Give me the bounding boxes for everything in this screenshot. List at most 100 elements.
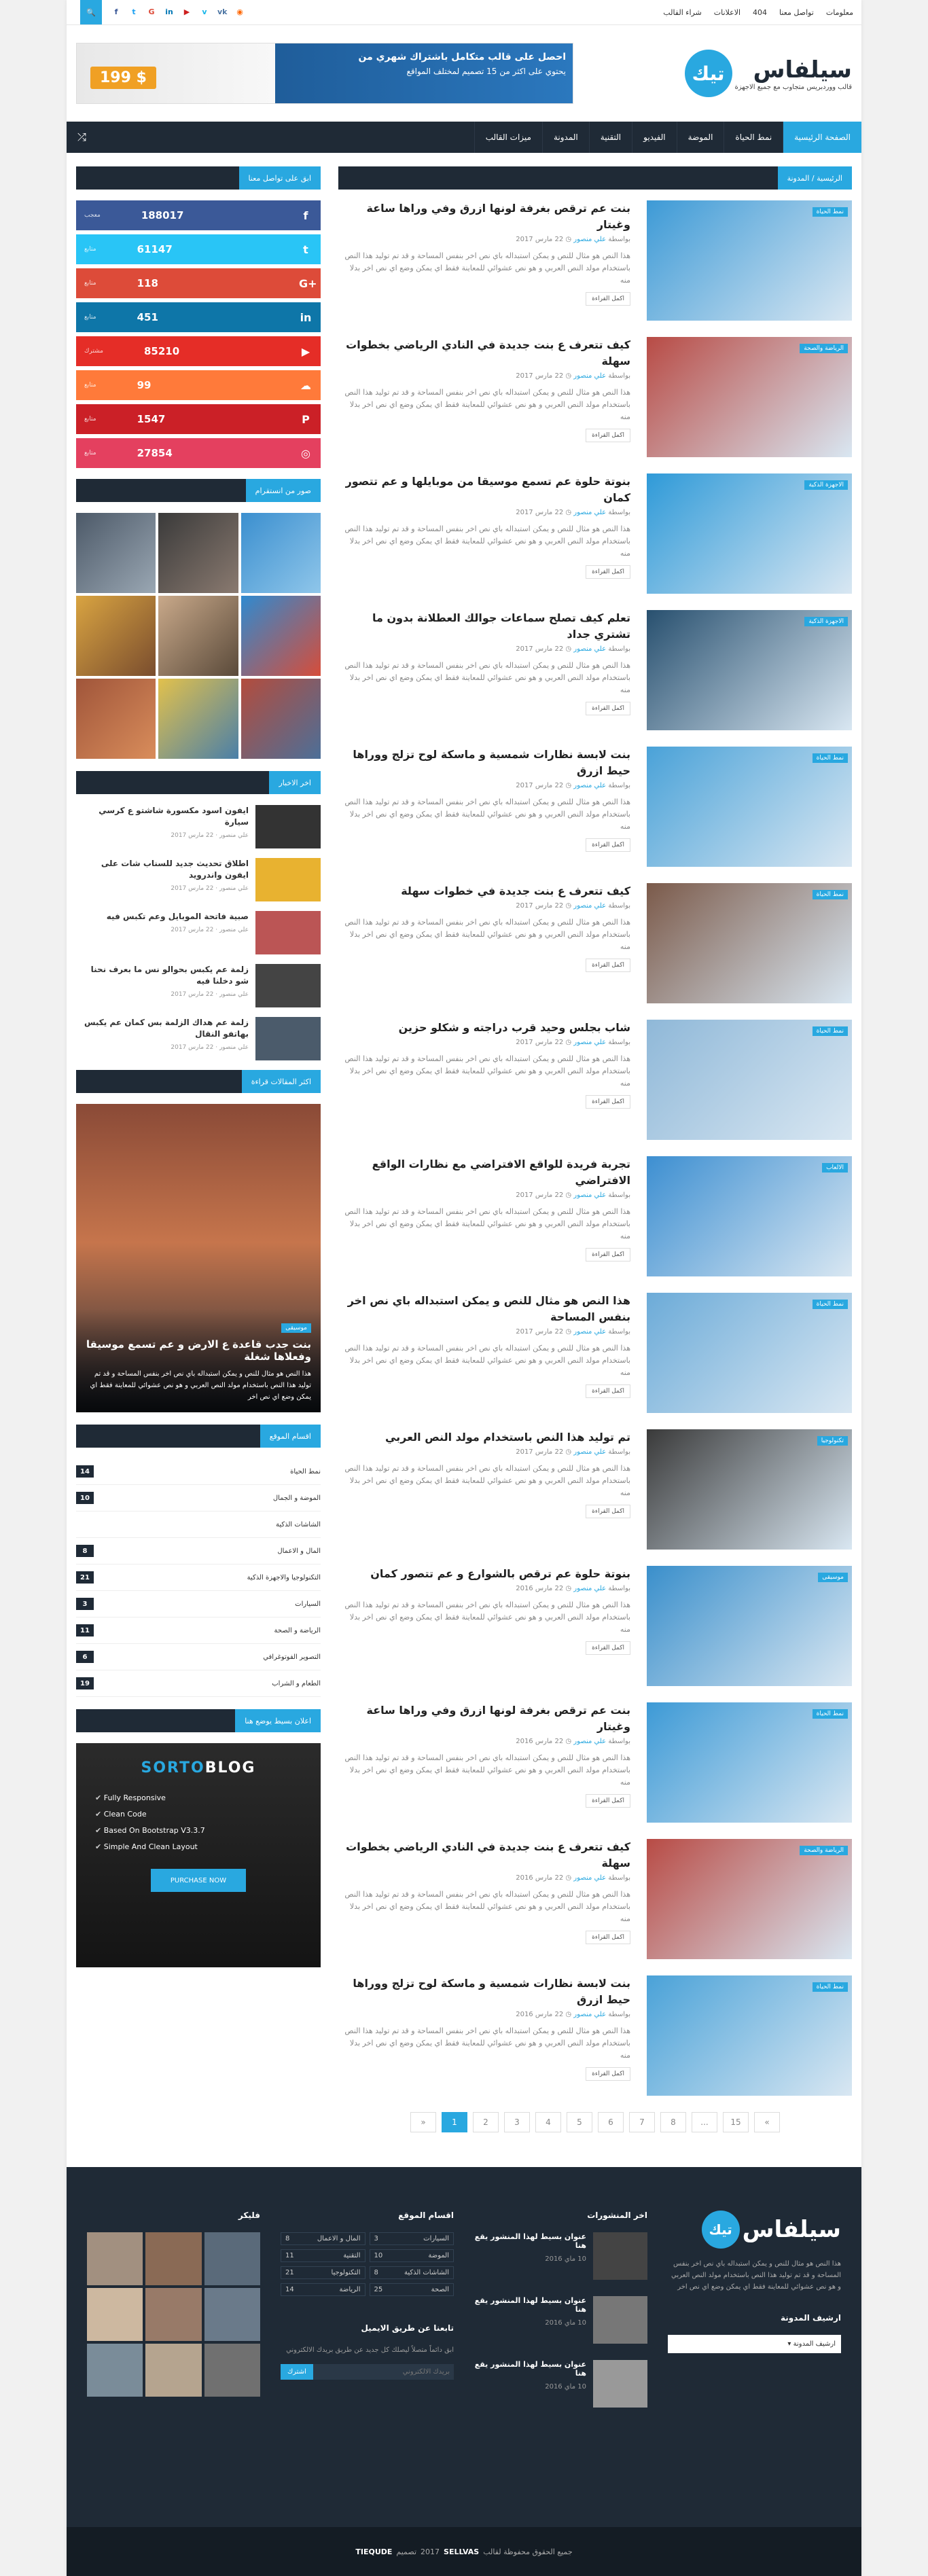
category-item[interactable]: الشاشات الذكية — [76, 1511, 321, 1538]
post-image[interactable]: نمط الحياة — [647, 1020, 852, 1140]
recent-item[interactable]: زلمة عم هداك الزلمة بس كمان عم يكبس بهات… — [76, 1017, 321, 1060]
category-item[interactable]: التكنولوجيا والاجهزة الذكية 21 — [76, 1564, 321, 1591]
post-category[interactable]: نمط الحياة — [812, 753, 848, 763]
nav-item[interactable]: الصفحة الرئيسية — [783, 122, 861, 153]
post-title[interactable]: بنوتة حلوة عم تسمع موسيقا من موبايلها و … — [338, 473, 630, 506]
post-author[interactable]: علي منصور — [573, 2011, 606, 2018]
post-author[interactable]: علي منصور — [573, 1192, 606, 1199]
category-item[interactable]: الطعام و الشراب 19 — [76, 1670, 321, 1697]
footer-post[interactable]: عنوان بسيط لهذا المنشور يقع هنا 10 ماي 20… — [474, 2296, 647, 2344]
read-more-button[interactable]: اكمل القراءة — [586, 1794, 630, 1808]
gallery-photo[interactable] — [145, 2344, 202, 2397]
post-title[interactable]: بنوتة حلوة عم ترقص بالشوارع و عم تتصور ك… — [338, 1566, 630, 1582]
newsletter-button[interactable]: اشترك — [281, 2364, 313, 2380]
top-link[interactable]: معلومات — [826, 8, 853, 17]
footer-post[interactable]: عنوان بسيط لهذا المنشور يقع هنا 10 ماي 20… — [474, 2232, 647, 2280]
footer-post-title[interactable]: عنوان بسيط لهذا المنشور يقع هنا — [474, 2360, 586, 2378]
recent-item[interactable]: اطلاق تحديث جديد للسناب شات على ايفون وا… — [76, 858, 321, 901]
counter-linkedin[interactable]: متابع 451 in — [76, 302, 321, 332]
category-item[interactable]: السيارات 3 — [76, 1591, 321, 1617]
search-button[interactable]: 🔍 — [80, 0, 102, 24]
gallery-photo[interactable] — [145, 2232, 202, 2285]
post-author[interactable]: علي منصور — [573, 372, 606, 380]
post-author[interactable]: علي منصور — [573, 1874, 606, 1882]
post-author[interactable]: علي منصور — [573, 1328, 606, 1336]
post-title[interactable]: بنت لابسة نظارات شمسية و ماسكة لوح تزلج … — [338, 1975, 630, 2008]
gallery-photo[interactable] — [145, 2288, 202, 2341]
recent-title[interactable]: زلمة عم يكبس بحوالو نس ما بعرف نحنا شو د… — [76, 964, 249, 987]
post-image[interactable]: الاجهزة الذكية — [647, 473, 852, 594]
post-category[interactable]: الاجهزة الذكية — [804, 617, 848, 626]
instagram-photo[interactable] — [76, 596, 156, 676]
recent-title[interactable]: ايفون اسود مكسورة شاشتو ع كرسي سيارة — [76, 805, 249, 828]
top-link[interactable]: الاعلانات — [714, 8, 740, 17]
footer-post[interactable]: عنوان بسيط لهذا المنشور يقع هنا 10 ماي 20… — [474, 2360, 647, 2408]
gallery-photo[interactable] — [204, 2288, 260, 2341]
page-link[interactable]: 6 — [598, 2112, 624, 2132]
page-link[interactable]: 3 — [504, 2112, 530, 2132]
post-image[interactable]: تكنولوجيا — [647, 1429, 852, 1550]
top-link[interactable]: تواصل معنا — [779, 8, 814, 17]
category-item[interactable]: الرياضة و الصحة 11 — [76, 1617, 321, 1644]
instagram-photo[interactable] — [76, 679, 156, 759]
post-author[interactable]: علي منصور — [573, 1585, 606, 1592]
header-banner[interactable]: 199 $ احصل على قالب متكامل باشتراك شهري … — [76, 43, 573, 104]
read-more-button[interactable]: اكمل القراءة — [586, 429, 630, 442]
counter-youtube[interactable]: مشترك 85210 ▶ — [76, 336, 321, 366]
post-title[interactable]: تجربة فريدة للواقع الافتراضي مع نظارات ا… — [338, 1156, 630, 1189]
page-link[interactable]: 1 — [442, 2112, 467, 2132]
footer-category[interactable]: الموضة 10 — [369, 2249, 454, 2262]
gallery-photo[interactable] — [87, 2232, 143, 2285]
post-title[interactable]: بنت لابسة نظارات شمسية و ماسكة لوح تزلج … — [338, 747, 630, 779]
shuffle-icon[interactable]: ⤮ — [67, 130, 97, 144]
copyright-studio[interactable]: TIEQUDE — [355, 2547, 392, 2556]
read-more-button[interactable]: اكمل القراءة — [586, 292, 630, 306]
purchase-button[interactable]: PURCHASE NOW — [151, 1869, 246, 1892]
post-author[interactable]: علي منصور — [573, 236, 606, 243]
counter-pinterest[interactable]: متابع 1547 P — [76, 404, 321, 434]
nav-item[interactable]: ميزات القالب — [474, 122, 542, 153]
twitter-icon[interactable]: t — [129, 7, 139, 17]
post-category[interactable]: تكنولوجيا — [817, 1436, 848, 1446]
nav-item[interactable]: الفيديو — [632, 122, 677, 153]
category-item[interactable]: الموضة و الجمال 10 — [76, 1485, 321, 1511]
post-category[interactable]: نمط الحياة — [812, 1709, 848, 1719]
page-link[interactable]: 4 — [535, 2112, 561, 2132]
footer-post-title[interactable]: عنوان بسيط لهذا المنشور يقع هنا — [474, 2232, 586, 2250]
counter-facebook[interactable]: معجب 188017 f — [76, 200, 321, 230]
instagram-photo[interactable] — [158, 596, 238, 676]
read-more-button[interactable]: اكمل القراءة — [586, 1384, 630, 1398]
post-image[interactable]: نمط الحياة — [647, 1975, 852, 2096]
instagram-photo[interactable] — [76, 513, 156, 593]
page-link[interactable]: « — [754, 2112, 780, 2132]
read-more-button[interactable]: اكمل القراءة — [586, 565, 630, 579]
nav-item[interactable]: نمط الحياة — [724, 122, 783, 153]
page-link[interactable]: 15 — [723, 2112, 749, 2132]
post-author[interactable]: علي منصور — [573, 509, 606, 516]
top-link[interactable]: شراء القالب — [663, 8, 702, 17]
copyright-brand[interactable]: SELLVAS — [444, 2547, 479, 2556]
post-image[interactable]: موسيقى — [647, 1566, 852, 1686]
post-title[interactable]: هذا النص هو مثال للنص و يمكن استبداله با… — [338, 1293, 630, 1325]
footer-category[interactable]: المال و الاعمال 8 — [281, 2232, 365, 2245]
counter-instagram[interactable]: متابع 27854 ◎ — [76, 438, 321, 468]
read-more-button[interactable]: اكمل القراءة — [586, 1095, 630, 1109]
category-item[interactable]: التصوير الفوتوغرافي 6 — [76, 1644, 321, 1670]
page-link[interactable]: 7 — [629, 2112, 655, 2132]
instagram-photo[interactable] — [240, 679, 321, 759]
read-more-button[interactable]: اكمل القراءة — [586, 1505, 630, 1518]
post-category[interactable]: الالعاب — [822, 1163, 848, 1173]
recent-item[interactable]: صبية فاتحة الموبايل وعم تكبس فيه علي منصو… — [76, 911, 321, 954]
footer-category[interactable]: التقنية 11 — [281, 2249, 365, 2262]
post-image[interactable]: الرياضة والصحة — [647, 337, 852, 457]
post-image[interactable]: نمط الحياة — [647, 883, 852, 1003]
category-item[interactable]: المال و الاعمال 8 — [76, 1538, 321, 1564]
footer-category[interactable]: الشاشات الذكية 8 — [369, 2266, 454, 2279]
post-image[interactable]: نمط الحياة — [647, 200, 852, 321]
post-author[interactable]: علي منصور — [573, 1448, 606, 1456]
footer-category[interactable]: السيارات 3 — [369, 2232, 454, 2245]
vk-icon[interactable]: vk — [217, 7, 228, 17]
post-title[interactable]: بنت عم ترقص بغرفة لونها ازرق وفي وراها س… — [338, 200, 630, 233]
post-image[interactable]: نمط الحياة — [647, 747, 852, 867]
page-link[interactable]: » — [410, 2112, 436, 2132]
